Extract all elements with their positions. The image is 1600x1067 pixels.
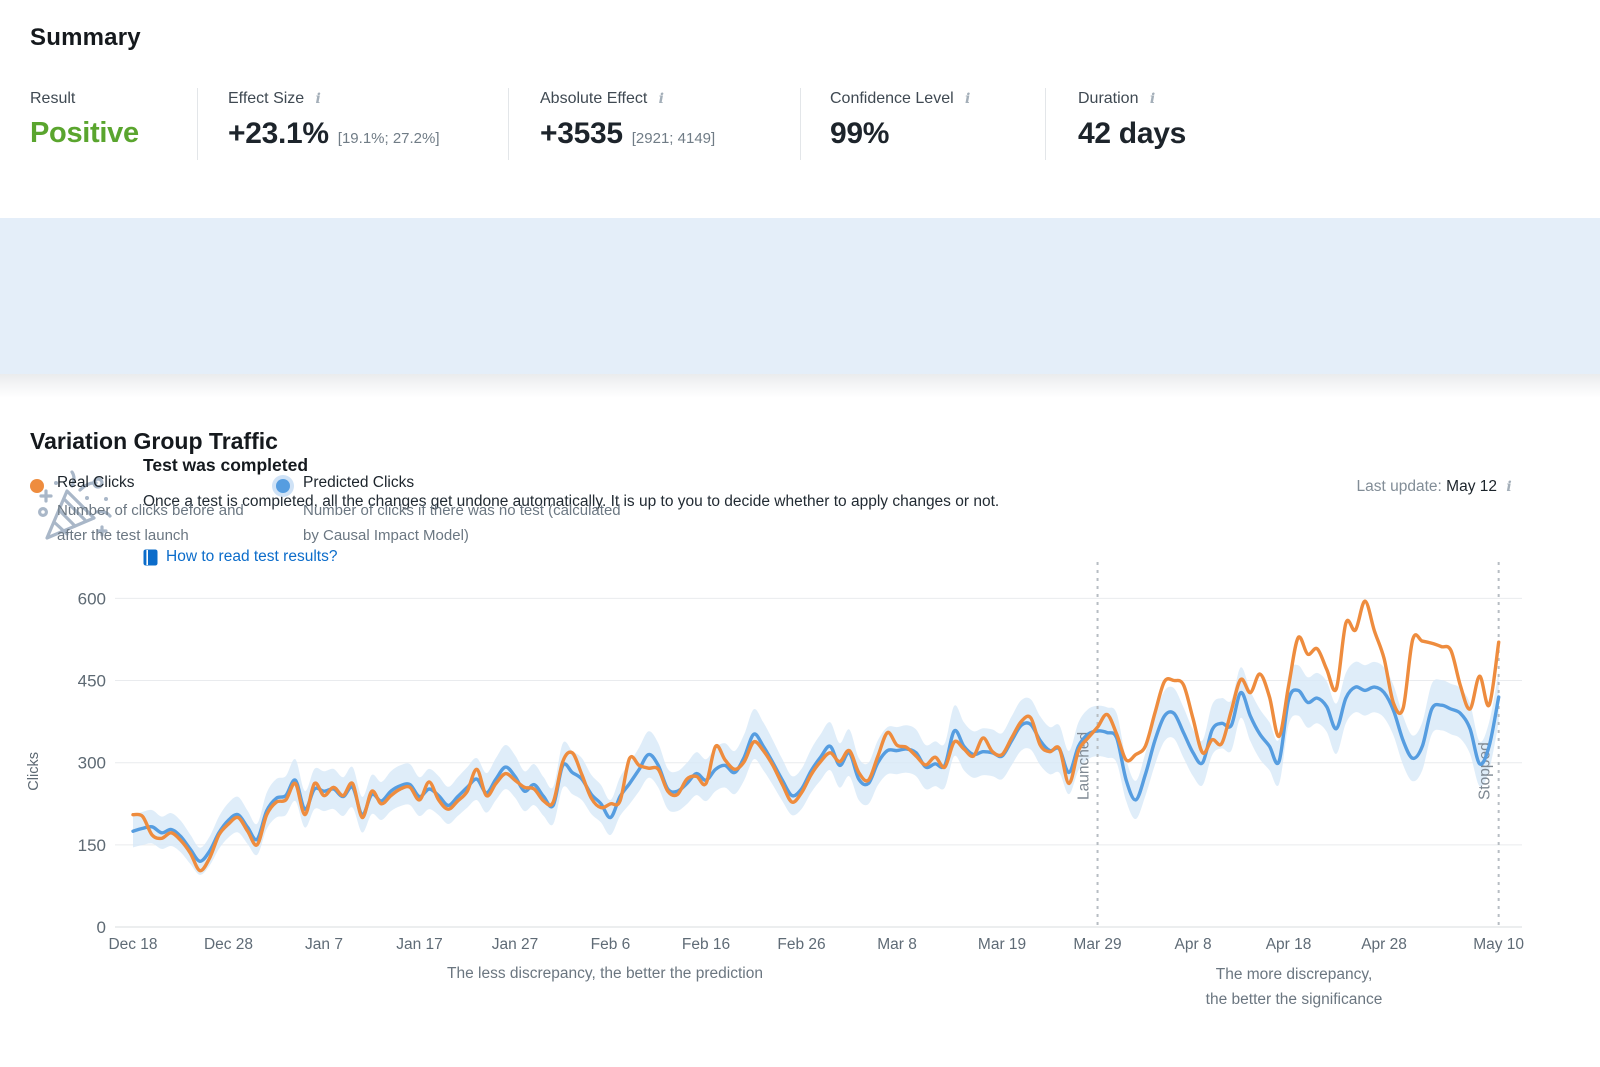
svg-text:450: 450 xyxy=(78,672,106,691)
svg-text:600: 600 xyxy=(78,589,106,608)
x-tick-feb-26: Feb 26 xyxy=(777,936,825,953)
metric-duration-value: 42 days xyxy=(1078,117,1186,151)
real-clicks-dot-icon xyxy=(30,479,44,493)
info-icon[interactable] xyxy=(311,91,325,107)
info-icon[interactable] xyxy=(654,91,668,107)
x-tick-apr-8: Apr 8 xyxy=(1175,936,1212,953)
x-tick-feb-6: Feb 6 xyxy=(591,936,631,953)
x-tick-jan-7: Jan 7 xyxy=(305,936,343,953)
legend-predicted-clicks[interactable]: Predicted Clicks Number of clicks if the… xyxy=(276,474,623,548)
x-tick-jan-27: Jan 27 xyxy=(492,936,539,953)
last-update-value: May 12 xyxy=(1446,478,1497,495)
metric-result-label: Result xyxy=(30,90,75,108)
traffic-section-title: Variation Group Traffic xyxy=(30,428,278,455)
traffic-chart: 0150300450600ClicksLaunchedStoppedDec 18… xyxy=(0,548,1600,963)
section-gap xyxy=(0,374,1600,398)
chart-caption-pre: The less discrepancy, the better the pre… xyxy=(300,965,910,983)
metric-duration: Duration 42 days xyxy=(1078,90,1186,151)
x-tick-feb-16: Feb 16 xyxy=(682,936,730,953)
traffic-chart-svg: 0150300450600ClicksLaunchedStoppedDec 18… xyxy=(0,548,1600,963)
metric-result: Result Positive xyxy=(30,90,139,150)
divider xyxy=(1045,88,1046,160)
legend-real-clicks[interactable]: Real Clicks Number of clicks before and … xyxy=(30,474,262,548)
metric-effect-size-label: Effect Size xyxy=(228,90,304,108)
x-tick-mar-8: Mar 8 xyxy=(877,936,917,953)
metric-absolute-effect-label: Absolute Effect xyxy=(540,90,647,108)
test-completed-banner: Test was completed Once a test is comple… xyxy=(0,218,1600,374)
annotation-stopped: Stopped xyxy=(1477,742,1494,800)
metric-absolute-effect-value: +3535 xyxy=(540,117,623,151)
divider xyxy=(800,88,801,160)
y-axis-label: Clicks xyxy=(26,752,42,791)
legend-predicted-label: Predicted Clicks xyxy=(303,474,623,492)
metric-effect-size: Effect Size +23.1% [19.1%; 27.2%] xyxy=(228,90,440,151)
divider xyxy=(508,88,509,160)
svg-text:0: 0 xyxy=(97,918,106,937)
metric-duration-label: Duration xyxy=(1078,90,1138,108)
chart-caption-post: The more discrepancy, the better the sig… xyxy=(1098,962,1490,1012)
x-tick-dec-28: Dec 28 xyxy=(204,936,253,953)
metric-confidence: Confidence Level 99% xyxy=(830,90,975,151)
divider xyxy=(197,88,198,160)
svg-text:150: 150 xyxy=(78,836,106,855)
x-tick-dec-18: Dec 18 xyxy=(108,936,157,953)
metric-confidence-value: 99% xyxy=(830,117,889,151)
legend-real-desc: Number of clicks before and after the te… xyxy=(57,498,262,548)
chart-caption-post-line1: The more discrepancy, xyxy=(1098,962,1490,987)
svg-text:300: 300 xyxy=(78,754,106,773)
x-tick-may-10: May 10 xyxy=(1473,936,1524,953)
last-update-label: Last update: xyxy=(1357,478,1442,495)
metric-confidence-label: Confidence Level xyxy=(830,90,954,108)
legend-real-label: Real Clicks xyxy=(57,474,262,492)
metric-absolute-effect: Absolute Effect +3535 [2921; 4149] xyxy=(540,90,715,151)
summary-section-title: Summary xyxy=(30,24,141,52)
x-tick-apr-18: Apr 18 xyxy=(1266,936,1312,953)
metric-absolute-effect-range: [2921; 4149] xyxy=(632,130,715,147)
info-icon[interactable] xyxy=(1145,91,1159,107)
predicted-clicks-dot-icon xyxy=(276,479,290,493)
x-tick-mar-29: Mar 29 xyxy=(1073,936,1121,953)
banner-title: Test was completed xyxy=(143,455,308,476)
info-icon[interactable] xyxy=(961,91,975,107)
chart-caption-post-line2: the better the significance xyxy=(1098,987,1490,1012)
x-tick-apr-28: Apr 28 xyxy=(1361,936,1407,953)
x-tick-jan-17: Jan 17 xyxy=(396,936,443,953)
metric-result-value: Positive xyxy=(30,117,139,150)
metric-effect-size-range: [19.1%; 27.2%] xyxy=(338,130,440,147)
info-icon[interactable] xyxy=(1502,479,1516,495)
test-results-page: Summary Result Positive Effect Size +23.… xyxy=(0,0,1600,1067)
metric-effect-size-value: +23.1% xyxy=(228,117,329,151)
x-tick-mar-19: Mar 19 xyxy=(978,936,1026,953)
last-update: Last update: May 12 xyxy=(1240,478,1516,496)
legend-predicted-desc: Number of clicks if there was no test (c… xyxy=(303,498,623,548)
